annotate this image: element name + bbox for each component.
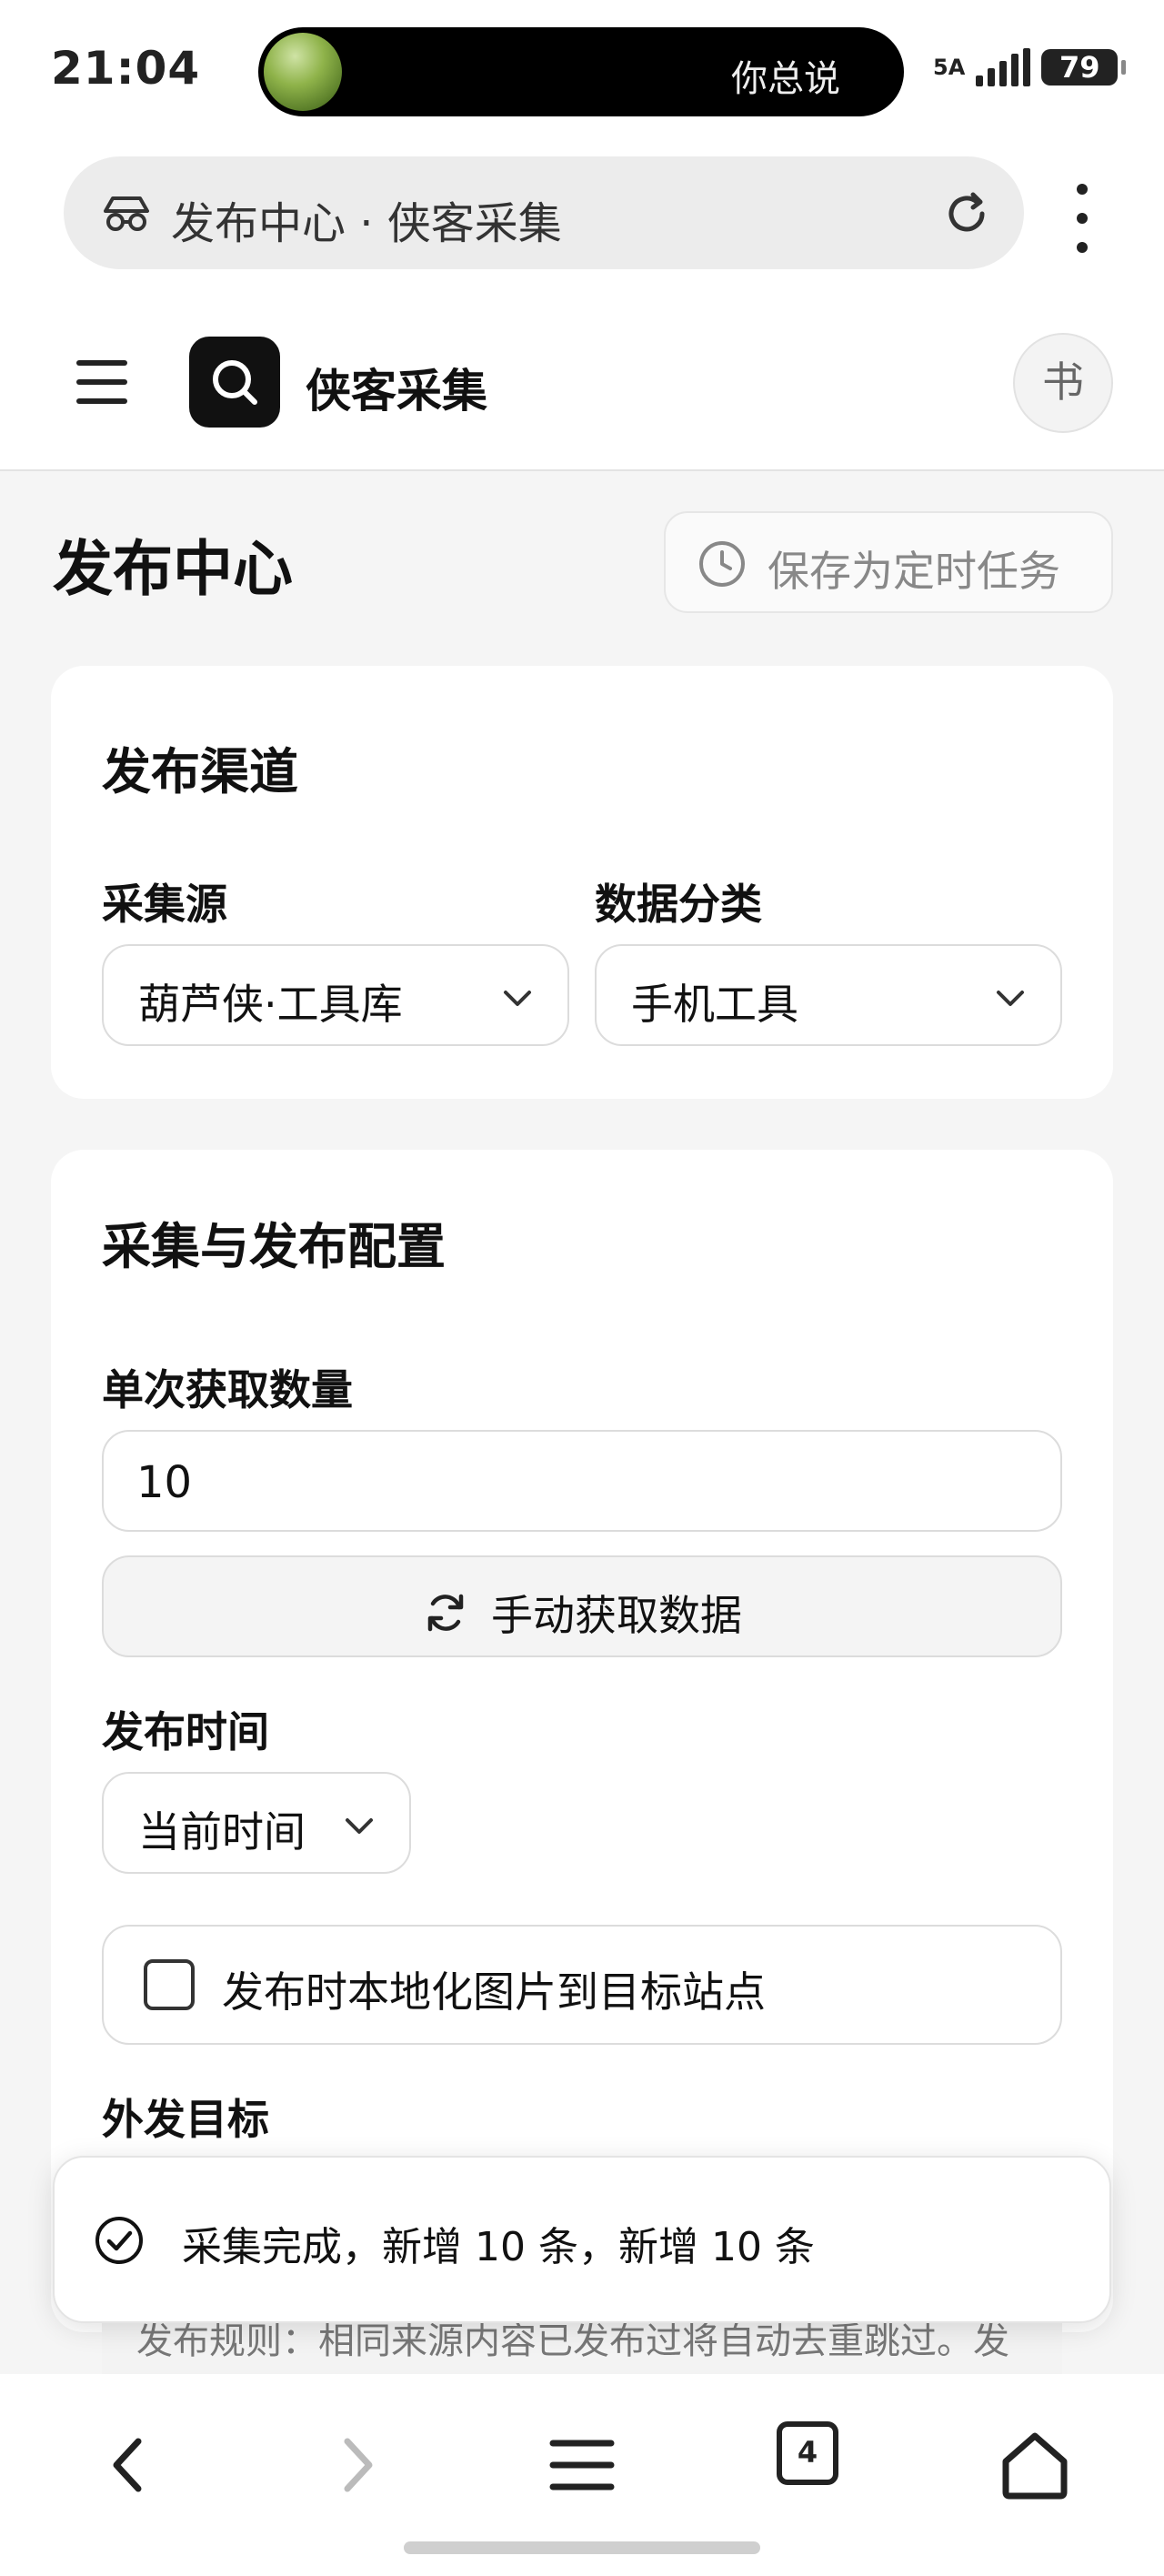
user-avatar[interactable]: 书 bbox=[1013, 333, 1113, 433]
island-song-title: 你总说 bbox=[731, 58, 840, 100]
page-tab-title: 发布中心 · 侠客采集 bbox=[171, 198, 562, 249]
page-title: 发布中心 bbox=[53, 534, 293, 604]
tabs-icon[interactable]: 4 bbox=[777, 2421, 838, 2485]
status-bar: 21:04 你总说 5A 79 bbox=[0, 0, 1164, 146]
source-select-value: 葫芦侠·工具库 bbox=[138, 980, 403, 1029]
reload-icon[interactable] bbox=[940, 187, 993, 240]
source-select[interactable]: 葫芦侠·工具库 bbox=[102, 944, 569, 1046]
check-circle-icon bbox=[95, 2217, 143, 2264]
save-schedule-button[interactable]: 保存为定时任务 bbox=[664, 511, 1113, 613]
status-time: 21:04 bbox=[51, 42, 201, 95]
media-thumbnail bbox=[264, 33, 342, 111]
back-arrow-icon[interactable] bbox=[85, 2420, 176, 2511]
publish-time-label: 发布时间 bbox=[102, 1707, 269, 1756]
signal-icon bbox=[976, 48, 1031, 86]
count-input[interactable]: 10 bbox=[102, 1430, 1062, 1532]
count-label: 单次获取数量 bbox=[102, 1365, 353, 1414]
network-type: 5A bbox=[933, 55, 966, 80]
toast-message: 采集完成，新增 10 条，新增 10 条 bbox=[182, 2224, 815, 2270]
brand-name: 侠客采集 bbox=[306, 365, 487, 418]
source-label: 采集源 bbox=[102, 880, 227, 929]
publish-time-select[interactable]: 当前时间 bbox=[102, 1772, 411, 1874]
app-header: 侠客采集 书 bbox=[0, 302, 1164, 471]
forward-arrow-icon[interactable] bbox=[309, 2420, 400, 2511]
save-schedule-label: 保存为定时任务 bbox=[768, 547, 1060, 596]
count-input-value: 10 bbox=[136, 1457, 193, 1508]
chevron-down-icon bbox=[504, 991, 531, 1006]
search-icon bbox=[213, 360, 257, 405]
localize-images-label: 发布时本地化图片到目标站点 bbox=[222, 1967, 766, 2017]
config-title: 采集与发布配置 bbox=[102, 1218, 446, 1275]
clock-icon bbox=[699, 541, 745, 587]
dynamic-island[interactable]: 你总说 bbox=[258, 27, 904, 116]
publish-channel-title: 发布渠道 bbox=[102, 743, 298, 800]
manual-fetch-button[interactable]: 手动获取数据 bbox=[102, 1555, 1062, 1657]
hamburger-icon[interactable] bbox=[76, 355, 127, 409]
toast-notification[interactable]: 采集完成，新增 10 条，新增 10 条 bbox=[53, 2156, 1111, 2323]
publish-time-value: 当前时间 bbox=[138, 1807, 306, 1857]
localize-images-option[interactable]: 发布时本地化图片到目标站点 bbox=[102, 1925, 1062, 2045]
menu-lines-icon[interactable] bbox=[537, 2420, 627, 2511]
category-select[interactable]: 手机工具 bbox=[595, 944, 1062, 1046]
chevron-down-icon bbox=[997, 991, 1024, 1006]
localize-images-checkbox[interactable] bbox=[144, 1959, 195, 2010]
incognito-glasses-icon bbox=[104, 196, 149, 231]
kebab-menu-icon[interactable] bbox=[1064, 182, 1100, 255]
address-bar[interactable]: 发布中心 · 侠客采集 bbox=[64, 156, 1024, 269]
publish-channel-card: 发布渠道 采集源 数据分类 葫芦侠·工具库 手机工具 bbox=[51, 666, 1113, 1099]
battery-icon: 79 bbox=[1041, 49, 1127, 86]
target-label: 外发目标 bbox=[102, 2095, 269, 2144]
category-select-value: 手机工具 bbox=[631, 980, 798, 1029]
manual-fetch-label: 手动获取数据 bbox=[491, 1591, 742, 1640]
config-card: 采集与发布配置 单次获取数量 10 手动获取数据 发布时间 当前时间 发布时本地… bbox=[51, 1150, 1113, 2425]
browser-toolbar: 发布中心 · 侠客采集 bbox=[0, 146, 1164, 302]
refresh-icon bbox=[427, 1594, 464, 1632]
logo-search-icon[interactable] bbox=[189, 337, 280, 428]
chevron-down-icon bbox=[346, 1818, 373, 1834]
category-label: 数据分类 bbox=[595, 880, 762, 929]
home-indicator[interactable] bbox=[404, 2541, 760, 2554]
home-icon[interactable] bbox=[989, 2420, 1080, 2511]
status-indicators: 5A 79 bbox=[933, 40, 1127, 95]
